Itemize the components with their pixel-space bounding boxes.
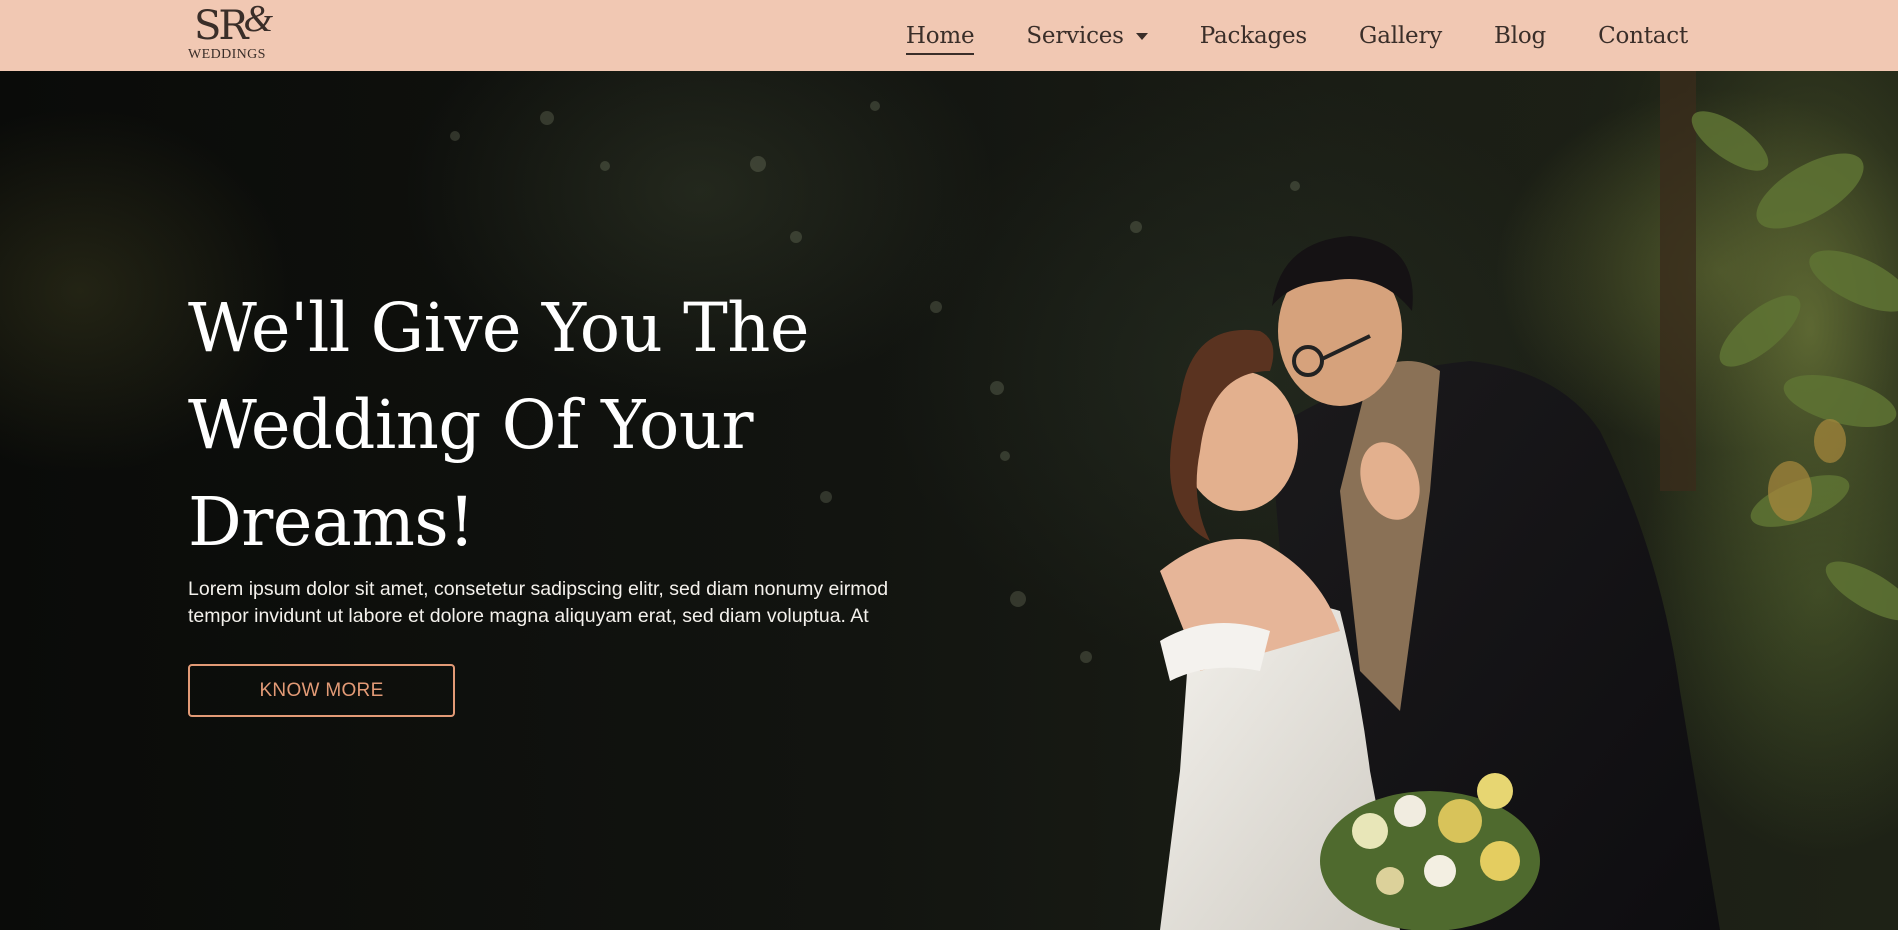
- nav-item-label: Packages: [1199, 22, 1308, 49]
- bokeh-dot: [540, 111, 554, 125]
- nav-item-gallery[interactable]: Gallery: [1359, 23, 1442, 49]
- hero-description: Lorem ipsum dolor sit amet, consetetur s…: [188, 578, 889, 627]
- bokeh-dot: [1010, 591, 1026, 607]
- nav-item-packages[interactable]: Packages: [1200, 23, 1307, 49]
- caret-down-icon: [1135, 33, 1148, 40]
- know-more-button[interactable]: KNOW MORE: [188, 664, 455, 717]
- logo-monogram: SR&: [194, 0, 273, 49]
- main-nav: Home Services Packages Gallery Blog Cont…: [905, 0, 1688, 71]
- nav-item-home[interactable]: Home: [905, 22, 975, 55]
- top-navbar: SR& WEDDINGS Home Services Packages Gall…: [0, 0, 1898, 71]
- bokeh-dot: [790, 231, 802, 243]
- brand-logo[interactable]: SR& WEDDINGS: [188, 0, 284, 64]
- nav-item-label: Gallery: [1359, 22, 1443, 49]
- nav-item-label: Contact: [1598, 22, 1688, 49]
- nav-item-blog[interactable]: Blog: [1494, 23, 1546, 49]
- bokeh-dot: [450, 131, 460, 141]
- bokeh-dot: [870, 101, 880, 111]
- logo-wordmark: WEDDINGS: [188, 47, 266, 62]
- nav-item-contact[interactable]: Contact: [1598, 23, 1688, 49]
- nav-item-label: Blog: [1494, 22, 1547, 49]
- nav-item-label: Services: [1026, 22, 1124, 49]
- nav-item-services[interactable]: Services: [1026, 22, 1148, 49]
- bokeh-dot: [990, 381, 1004, 395]
- bokeh-dot: [930, 301, 942, 313]
- nav-item-label: Home: [905, 22, 975, 49]
- hero-headline: We'll Give You The Wedding Of Your Dream…: [188, 289, 810, 561]
- hero-section: We'll Give You The Wedding Of Your Dream…: [0, 71, 1898, 930]
- bokeh-dot: [600, 161, 610, 171]
- bokeh-dot: [1000, 451, 1010, 461]
- wedding-couple-photo: [1160, 71, 1898, 930]
- bokeh-dot: [750, 156, 766, 172]
